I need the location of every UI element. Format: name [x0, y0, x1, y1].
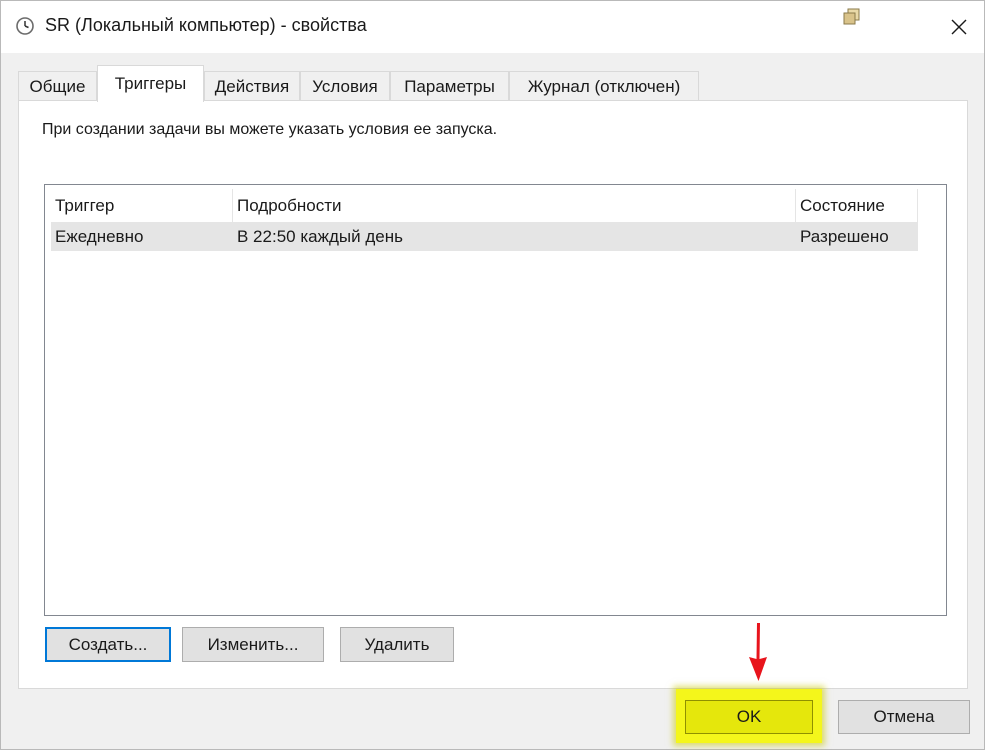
column-header-trigger[interactable]: Триггер	[51, 189, 233, 222]
triggers-list[interactable]: Триггер Подробности Состояние Ежедневно …	[44, 184, 947, 616]
properties-dialog: SR (Локальный компьютер) - свойства Общи…	[0, 0, 985, 750]
ok-button[interactable]: OK	[685, 700, 813, 734]
tab-strip: Общие Триггеры Действия Условия Параметр…	[18, 65, 718, 102]
clock-icon	[15, 16, 35, 36]
edit-button[interactable]: Изменить...	[182, 627, 324, 662]
tab-actions[interactable]: Действия	[204, 71, 300, 101]
cell-trigger: Ежедневно	[55, 226, 144, 246]
panel-description: При создании задачи вы можете указать ус…	[42, 121, 498, 138]
list-header: Триггер Подробности Состояние	[51, 189, 918, 222]
triggers-panel: При создании задачи вы можете указать ус…	[18, 100, 968, 689]
close-icon	[951, 19, 967, 35]
close-button[interactable]	[935, 7, 983, 47]
column-header-status[interactable]: Состояние	[796, 189, 918, 222]
window-title: SR (Локальный компьютер) - свойства	[45, 15, 367, 35]
cell-details: В 22:50 каждый день	[237, 226, 403, 246]
tab-settings[interactable]: Параметры	[390, 71, 509, 101]
create-button[interactable]: Создать...	[45, 627, 171, 662]
delete-button[interactable]: Удалить	[340, 627, 454, 662]
tab-history[interactable]: Журнал (отключен)	[509, 71, 699, 101]
cancel-button[interactable]: Отмена	[838, 700, 970, 734]
red-arrow-annotation-icon	[749, 623, 767, 681]
cell-status: Разрешено	[800, 226, 889, 246]
table-row[interactable]: Ежедневно В 22:50 каждый день Разрешено	[51, 222, 918, 251]
restore-window-icon[interactable]	[841, 7, 863, 29]
tab-conditions[interactable]: Условия	[300, 71, 390, 101]
column-header-details[interactable]: Подробности	[233, 189, 796, 222]
title-bar: SR (Локальный компьютер) - свойства	[1, 1, 984, 53]
tab-triggers[interactable]: Триггеры	[97, 65, 204, 102]
tab-general[interactable]: Общие	[18, 71, 97, 101]
